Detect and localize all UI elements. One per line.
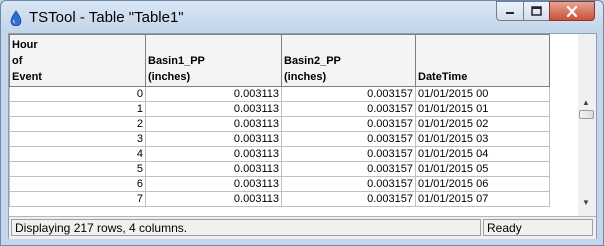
cell-basin2-pp[interactable]: 0.003157	[281, 176, 416, 192]
cell-basin1-pp[interactable]: 0.003113	[145, 116, 282, 132]
close-icon	[566, 5, 578, 17]
cell-basin2-pp[interactable]: 0.003157	[281, 101, 416, 117]
cell-datetime[interactable]: 01/01/2015 04	[415, 146, 550, 162]
table-row[interactable]: 5 0.003113 0.003157 01/01/2015 05	[9, 161, 550, 177]
cell-basin1-pp[interactable]: 0.003113	[145, 191, 282, 207]
close-button[interactable]	[549, 1, 595, 21]
cell-hour[interactable]: 3	[9, 131, 146, 147]
title-bar[interactable]: TSTool - Table "Table1"	[1, 1, 603, 33]
cell-hour[interactable]: 7	[9, 191, 146, 207]
cell-datetime[interactable]: 01/01/2015 05	[415, 161, 550, 177]
scroll-up-icon[interactable]: ▲	[582, 98, 590, 108]
cell-hour[interactable]: 2	[9, 116, 146, 132]
minimize-icon	[506, 12, 514, 14]
status-bar: Displaying 217 rows, 4 columns. Ready	[9, 216, 596, 239]
status-message: Displaying 217 rows, 4 columns.	[11, 219, 481, 236]
table-viewport: Hour of Event Basin1_PP (inches) Basin2_…	[9, 34, 578, 216]
maximize-button[interactable]	[523, 1, 549, 21]
minimize-button[interactable]	[496, 1, 523, 21]
window-title: TSTool - Table "Table1"	[29, 9, 184, 26]
cell-basin1-pp[interactable]: 0.003113	[145, 146, 282, 162]
table-row[interactable]: 1 0.003113 0.003157 01/01/2015 01	[9, 101, 550, 117]
cell-basin1-pp[interactable]: 0.003113	[145, 161, 282, 177]
cell-basin1-pp[interactable]: 0.003113	[145, 131, 282, 147]
cell-hour[interactable]: 4	[9, 146, 146, 162]
scroll-down-icon[interactable]: ▼	[582, 198, 590, 208]
cell-basin2-pp[interactable]: 0.003157	[281, 191, 416, 207]
window-client-area: Hour of Event Basin1_PP (inches) Basin2_…	[8, 33, 597, 239]
table-row[interactable]: 3 0.003113 0.003157 01/01/2015 03	[9, 131, 550, 147]
cell-datetime[interactable]: 01/01/2015 06	[415, 176, 550, 192]
cell-hour[interactable]: 6	[9, 176, 146, 192]
data-table: Hour of Event Basin1_PP (inches) Basin2_…	[9, 34, 550, 207]
cell-basin2-pp[interactable]: 0.003157	[281, 86, 416, 102]
cell-hour[interactable]: 1	[9, 101, 146, 117]
maximize-icon	[531, 6, 542, 16]
cell-basin2-pp[interactable]: 0.003157	[281, 146, 416, 162]
column-header-basin2-pp[interactable]: Basin2_PP (inches)	[281, 34, 416, 87]
table-row[interactable]: 2 0.003113 0.003157 01/01/2015 02	[9, 116, 550, 132]
cell-basin2-pp[interactable]: 0.003157	[281, 131, 416, 147]
scrollbar-thumb[interactable]	[579, 110, 594, 119]
tstool-table-window: TSTool - Table "Table1" Hour of Event Ba…	[0, 0, 604, 246]
status-state: Ready	[483, 219, 593, 236]
window-controls	[496, 1, 595, 23]
cell-datetime[interactable]: 01/01/2015 02	[415, 116, 550, 132]
cell-basin1-pp[interactable]: 0.003113	[145, 101, 282, 117]
table-header-row: Hour of Event Basin1_PP (inches) Basin2_…	[9, 34, 550, 87]
cell-hour[interactable]: 5	[9, 161, 146, 177]
cell-basin1-pp[interactable]: 0.003113	[145, 86, 282, 102]
table-row[interactable]: 0 0.003113 0.003157 01/01/2015 00	[9, 86, 550, 102]
column-header-datetime[interactable]: DateTime	[415, 34, 550, 87]
cell-basin2-pp[interactable]: 0.003157	[281, 161, 416, 177]
water-drop-icon	[10, 10, 22, 26]
cell-basin1-pp[interactable]: 0.003113	[145, 176, 282, 192]
cell-datetime[interactable]: 01/01/2015 01	[415, 101, 550, 117]
cell-datetime[interactable]: 01/01/2015 03	[415, 131, 550, 147]
cell-hour[interactable]: 0	[9, 86, 146, 102]
vertical-scrollbar[interactable]: ▲ ▼	[578, 34, 596, 216]
cell-basin2-pp[interactable]: 0.003157	[281, 116, 416, 132]
column-header-hour-of-event[interactable]: Hour of Event	[9, 34, 146, 87]
column-header-basin1-pp[interactable]: Basin1_PP (inches)	[145, 34, 282, 87]
cell-datetime[interactable]: 01/01/2015 07	[415, 191, 550, 207]
table-row[interactable]: 7 0.003113 0.003157 01/01/2015 07	[9, 191, 550, 207]
cell-datetime[interactable]: 01/01/2015 00	[415, 86, 550, 102]
table-row[interactable]: 4 0.003113 0.003157 01/01/2015 04	[9, 146, 550, 162]
table-row[interactable]: 6 0.003113 0.003157 01/01/2015 06	[9, 176, 550, 192]
